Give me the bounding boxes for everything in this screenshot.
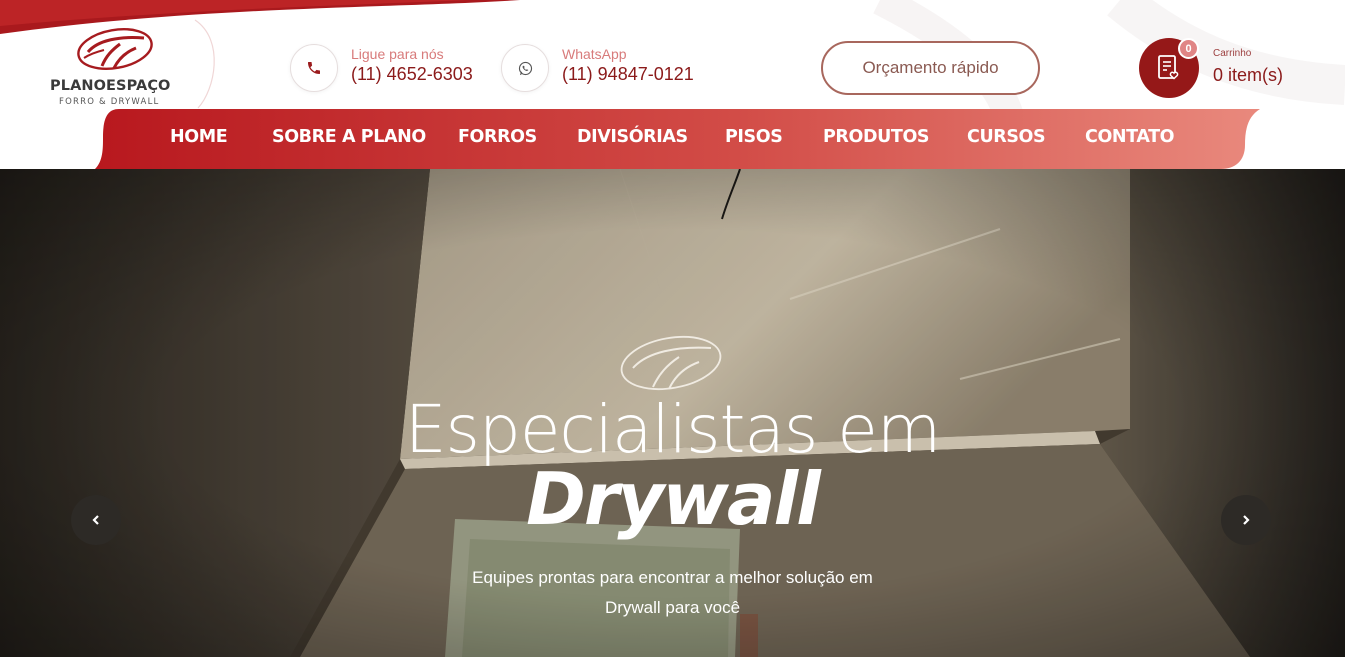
site-header: PLANOESPAÇO FORRO & DRYWALL Ligue para n… xyxy=(0,0,1345,169)
slider-next-button[interactable] xyxy=(1221,495,1271,545)
cart-list-icon xyxy=(1158,55,1179,80)
cart-badge: 0 xyxy=(1178,38,1199,59)
nav-sobre-a-plano[interactable]: SOBRE A PLANO xyxy=(272,127,426,147)
nav-contato[interactable]: CONTATO xyxy=(1085,127,1175,147)
whatsapp-icon xyxy=(501,44,549,92)
quick-quote-button[interactable]: Orçamento rápido xyxy=(821,41,1040,95)
phone-contact[interactable]: Ligue para nós (11) 4652-6303 xyxy=(290,44,490,92)
phone-label: Ligue para nós xyxy=(351,46,444,62)
nav-home[interactable]: HOME xyxy=(170,127,228,147)
nav-produtos[interactable]: PRODUTOS xyxy=(823,127,930,147)
nav-divisorias[interactable]: DIVISÓRIAS xyxy=(577,127,688,147)
cart-label: Carrinho xyxy=(1213,48,1252,59)
phone-number[interactable]: (11) 4652-6303 xyxy=(351,64,473,85)
hero-slider: Especialistas em Drywall Equipes prontas… xyxy=(0,169,1345,657)
chevron-right-icon xyxy=(1243,515,1250,525)
slider-prev-button[interactable] xyxy=(71,495,121,545)
cart-count[interactable]: 0 item(s) xyxy=(1213,65,1283,86)
brand-tagline: FORRO & DRYWALL xyxy=(59,97,160,107)
hero-title-emphasis: Drywall xyxy=(526,457,821,541)
whatsapp-label: WhatsApp xyxy=(562,46,627,62)
chevron-left-icon xyxy=(92,515,99,525)
brand-name: PLANOESPAÇO xyxy=(50,78,171,94)
nav-pisos[interactable]: PISOS xyxy=(725,127,783,147)
brand-logo[interactable]: PLANOESPAÇO FORRO & DRYWALL xyxy=(44,26,179,110)
nav-forros[interactable]: FORROS xyxy=(458,127,537,147)
main-nav: HOME SOBRE A PLANO FORROS DIVISÓRIAS PIS… xyxy=(95,109,1260,169)
hero-subtitle: Equipes prontas para encontrar a melhor … xyxy=(472,568,873,617)
nav-cursos[interactable]: CURSOS xyxy=(967,127,1046,147)
whatsapp-contact[interactable]: WhatsApp (11) 94847-0121 xyxy=(501,44,711,92)
phone-icon xyxy=(290,44,338,92)
whatsapp-number[interactable]: (11) 94847-0121 xyxy=(562,64,694,85)
logo-mark-icon xyxy=(77,28,153,70)
hero-logo-mark-icon xyxy=(620,335,722,391)
